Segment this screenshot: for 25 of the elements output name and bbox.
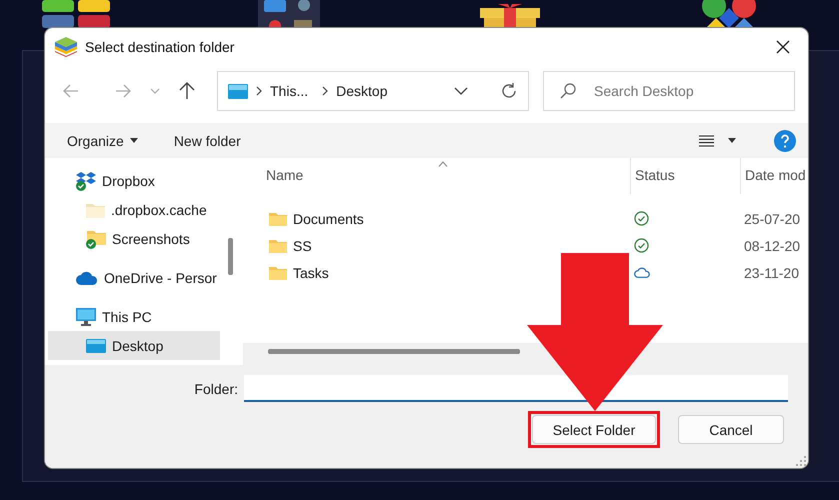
sidebar-item[interactable]: .dropbox.cache xyxy=(48,195,220,224)
column-header[interactable]: Status xyxy=(630,158,740,194)
date-cell-text: 25-07-20 xyxy=(743,210,802,226)
sidebar-item[interactable]: Desktop xyxy=(48,331,220,360)
column-header[interactable]: Date mod xyxy=(740,158,808,194)
breadcrumb[interactable]: Desktop xyxy=(336,83,388,99)
field-label: Folder: xyxy=(194,380,238,396)
column-header[interactable]: Name xyxy=(243,158,630,194)
address-bar[interactable]: This... Desktop xyxy=(217,71,529,111)
date-cell-text: 23-11-20 xyxy=(743,264,800,280)
date-cell-text: 08-12-20 xyxy=(743,238,802,254)
sidebar-item[interactable]: Screenshots xyxy=(48,224,220,253)
new-folder-button[interactable]: New folder xyxy=(166,128,249,152)
window-title: Select destination folder xyxy=(85,39,236,55)
sidebar-item[interactable]: This PC xyxy=(48,302,220,331)
sidebar-item[interactable]: OneDrive - Persor xyxy=(48,263,220,292)
sidebar-item[interactable]: Dropbox xyxy=(48,166,220,195)
search-field[interactable]: Search Desktop xyxy=(543,71,795,111)
breadcrumb[interactable]: This... xyxy=(270,83,308,99)
cancel-button[interactable]: Cancel xyxy=(678,415,784,444)
select-folder-button[interactable]: Select Folder xyxy=(532,415,656,444)
file-name[interactable]: Tasks xyxy=(293,264,329,280)
organize-menu-button[interactable]: Organize xyxy=(59,128,146,152)
file-name[interactable]: Documents xyxy=(293,210,364,226)
file-name[interactable]: SS xyxy=(293,238,312,254)
